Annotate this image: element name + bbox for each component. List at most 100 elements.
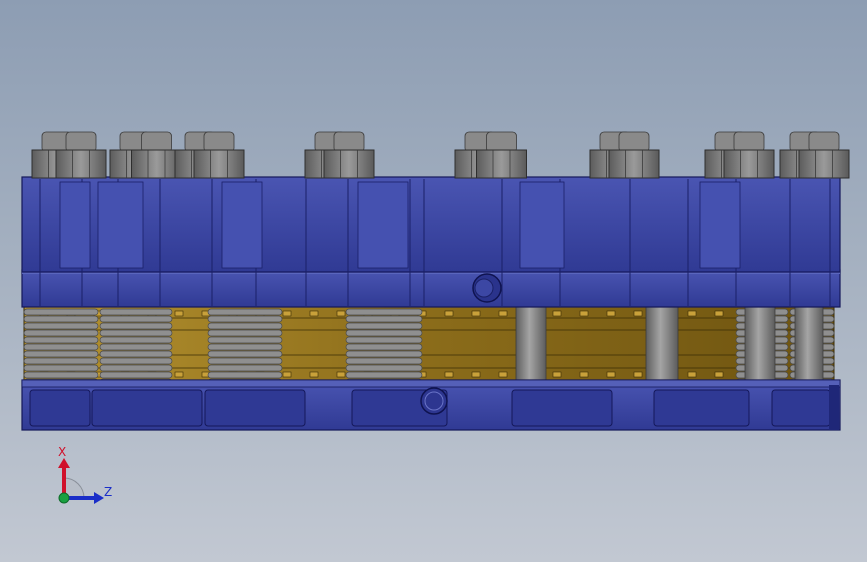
core-rivet: [606, 371, 616, 378]
bolt-head: [618, 131, 650, 153]
spring-coil: [99, 371, 173, 379]
bolt-head: [141, 131, 172, 153]
triad-origin: [58, 492, 70, 504]
core-rivet: [174, 310, 184, 317]
core-rivet: [633, 310, 643, 317]
spring-coil: [345, 371, 423, 379]
nut-body: [798, 149, 850, 179]
core-rivet: [444, 371, 454, 378]
core-rivet: [687, 310, 697, 317]
core-rivet: [579, 310, 589, 317]
nut-body: [476, 149, 527, 179]
plate-pocket: [29, 389, 91, 427]
plate-chamfer: [829, 385, 839, 430]
spring-coil: [207, 315, 283, 323]
spring-coil: [207, 322, 283, 330]
core-rivet: [552, 310, 562, 317]
plate-pocket: [771, 389, 831, 427]
core-rivet: [309, 310, 319, 317]
spring-coil: [345, 357, 423, 365]
core-rivet: [579, 371, 589, 378]
core-rivet: [444, 310, 454, 317]
spring-coil: [345, 364, 423, 372]
spring-coil: [207, 371, 283, 379]
nut-body: [55, 149, 107, 179]
spring-coil: [23, 364, 99, 372]
spring-coil: [23, 357, 99, 365]
spring-coil: [99, 364, 173, 372]
spring-coil: [23, 336, 99, 344]
spring-coil: [99, 336, 173, 344]
core-rivet: [174, 371, 184, 378]
spring-coil: [345, 315, 423, 323]
core-rivet: [282, 371, 292, 378]
spring-coil: [23, 350, 99, 358]
core-rivet: [714, 371, 724, 378]
spring-coil: [207, 350, 283, 358]
spring-coil: [345, 308, 423, 316]
core-rivet: [282, 310, 292, 317]
bolt-head: [333, 131, 365, 153]
guide-rod: [645, 304, 679, 381]
spring-coil: [99, 308, 173, 316]
guide-rod: [744, 304, 776, 381]
core-rivet: [552, 371, 562, 378]
spring-coil: [99, 350, 173, 358]
spring-coil: [207, 364, 283, 372]
spring-coil: [99, 329, 173, 337]
spring-coil: [23, 315, 99, 323]
spring-coil: [207, 357, 283, 365]
guide-rod: [794, 304, 824, 381]
spring-coil: [23, 343, 99, 351]
plate-pocket: [653, 389, 750, 427]
z-axis-arrowhead: [94, 492, 104, 504]
bottom-plate[interactable]: [21, 379, 841, 431]
bolt-head: [203, 131, 235, 153]
spring-coil: [23, 329, 99, 337]
spring-coil: [345, 322, 423, 330]
bolt-head: [733, 131, 765, 153]
core-rivet: [606, 310, 616, 317]
spring-coil: [207, 336, 283, 344]
z-axis-label: Z: [104, 485, 112, 499]
core-rivet: [336, 371, 346, 378]
nut-body: [131, 149, 182, 179]
core-rivet: [498, 310, 508, 317]
assembly-model[interactable]: [0, 0, 867, 562]
nut-body: [723, 149, 775, 179]
plate-pocket: [511, 389, 613, 427]
spring-coil: [345, 343, 423, 351]
middle-plate[interactable]: [21, 269, 841, 308]
spring-coil: [23, 322, 99, 330]
nut-body: [323, 149, 375, 179]
coil-spring: [23, 308, 99, 386]
coil-spring: [345, 308, 423, 386]
bolt-head: [486, 131, 517, 153]
plate-pocket: [204, 389, 306, 427]
nut-body: [608, 149, 660, 179]
spring-coil: [99, 343, 173, 351]
core-rivet: [633, 371, 643, 378]
spring-coil: [207, 329, 283, 337]
x-axis-arrowhead: [58, 458, 70, 468]
bolt-head: [65, 131, 97, 153]
spring-coil: [207, 343, 283, 351]
x-axis-label: X: [58, 445, 66, 459]
spring-coil: [345, 336, 423, 344]
plate-boss: [221, 181, 263, 269]
core-rivet: [471, 371, 481, 378]
core-rivet: [687, 371, 697, 378]
guide-rod: [515, 304, 547, 381]
orientation-triad[interactable]: X Z: [40, 440, 130, 520]
plate-pocket: [91, 389, 203, 427]
core-rivet: [498, 371, 508, 378]
spring-coil: [23, 308, 99, 316]
core-rivet: [714, 310, 724, 317]
core-rivet: [471, 310, 481, 317]
graphics-viewport[interactable]: X Z: [0, 0, 867, 562]
spring-coil: [99, 315, 173, 323]
bolt-head: [808, 131, 840, 153]
nut-group[interactable]: [31, 131, 850, 179]
spring-coil: [99, 357, 173, 365]
plate-boss: [699, 181, 741, 269]
